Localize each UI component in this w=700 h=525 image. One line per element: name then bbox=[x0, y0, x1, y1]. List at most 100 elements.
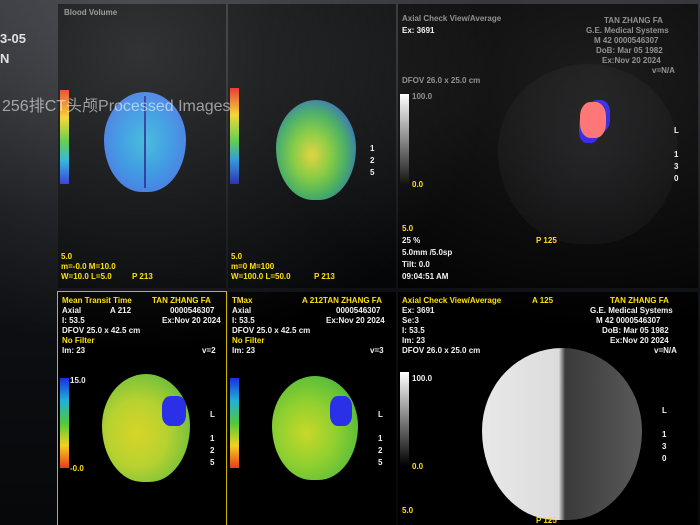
image-number: Im: 23 bbox=[232, 346, 256, 355]
image-number: Im: 23 bbox=[402, 336, 426, 345]
position-label: P 125 bbox=[536, 516, 557, 525]
side-mark: 5 bbox=[210, 458, 215, 467]
series: A 212 bbox=[110, 306, 132, 315]
viewport-bottom-right[interactable]: Axial Check View/Average A 125 TAN ZHANG… bbox=[398, 292, 698, 525]
viewport-bottom-left[interactable]: Mean Transit Time TAN ZHANG FA Axial A 2… bbox=[57, 291, 227, 525]
viewport-bottom-middle[interactable]: TMax A 212TAN ZHANG FA Axial 0000546307 … bbox=[228, 292, 396, 525]
side-mark: L bbox=[378, 410, 383, 419]
side-mark: 5 bbox=[370, 168, 375, 177]
side-mark: 3 bbox=[662, 442, 667, 451]
scale-bottom: 0.0 bbox=[412, 180, 424, 189]
bottom-label: 5.0 bbox=[402, 224, 414, 233]
side-mark: 1 bbox=[210, 434, 215, 443]
grayscale-bar bbox=[400, 372, 409, 466]
reflected-title: 256排CT头颅Processed Images bbox=[2, 98, 231, 115]
scale-bottom: 0.0 bbox=[412, 462, 424, 471]
v-label: v=2 bbox=[202, 346, 216, 355]
v-label: v=3 bbox=[370, 346, 384, 355]
bottom-label: 5.0 bbox=[61, 252, 73, 261]
exam-number: Ex: 3691 bbox=[402, 26, 435, 35]
left-edge-letter: N bbox=[0, 51, 10, 66]
viewport-header: Blood Volume bbox=[64, 8, 118, 17]
exam-date: Ex:Nov 20 2024 bbox=[610, 336, 669, 345]
side-mark: 0 bbox=[662, 454, 667, 463]
patient-id: M 42 0000546307 bbox=[594, 36, 659, 45]
side-mark: 5 bbox=[378, 458, 383, 467]
viewport-header: Axial Check View/Average bbox=[402, 14, 502, 23]
bottom-label: 5.0 bbox=[402, 506, 414, 515]
grayscale-bar bbox=[400, 94, 409, 186]
lesion-region bbox=[162, 396, 186, 426]
brain-map-cbf bbox=[276, 100, 356, 200]
dfov: DFOV 26.0 x 25.0 cm bbox=[402, 76, 481, 85]
patient-id: M 42 0000546307 bbox=[596, 316, 661, 325]
patient-name: TAN ZHANG FA bbox=[152, 296, 211, 305]
image-number: Im: 23 bbox=[62, 346, 86, 355]
side-mark: L bbox=[210, 410, 215, 419]
brain-map-mask bbox=[498, 64, 678, 244]
series-number: Se:3 bbox=[402, 316, 419, 325]
window-level: W=100.0 L=50.0 bbox=[231, 272, 291, 281]
brain-map-tmax bbox=[272, 376, 358, 480]
color-scale-bar bbox=[230, 378, 239, 468]
window-min-max: m=-0.0 M=10.0 bbox=[61, 262, 116, 271]
side-mark: 2 bbox=[378, 446, 383, 455]
dob: DoB: Mar 05 1982 bbox=[602, 326, 669, 335]
bottom-label: 5.0 bbox=[231, 252, 243, 261]
lesion-region bbox=[580, 102, 606, 138]
scale-top: 100.0 bbox=[412, 92, 433, 101]
scale-top: 15.0 bbox=[70, 376, 86, 385]
patient-name: TAN ZHANG FA bbox=[610, 296, 669, 305]
side-mark: L bbox=[674, 126, 679, 135]
location: I: 53.5 bbox=[232, 316, 255, 325]
dfov: DFOV 25.0 x 42.5 cm bbox=[62, 326, 141, 335]
v-label: v=N/A bbox=[654, 346, 677, 355]
monitor-screen: 3-05 N Blood Volume 5.0 m=-0.0 M=10.0 W=… bbox=[0, 0, 700, 525]
position-label: P 213 bbox=[314, 272, 335, 281]
viewport-top-left[interactable]: Blood Volume 5.0 m=-0.0 M=10.0 W=10.0 L=… bbox=[58, 4, 226, 288]
viewport-top-middle[interactable]: 1 2 5 5.0 m=0 M=100 W=100.0 L=50.0 P 213 bbox=[228, 4, 396, 288]
time: 09:04:51 AM bbox=[402, 272, 449, 281]
dob: DoB: Mar 05 1982 bbox=[596, 46, 663, 55]
filter: No Filter bbox=[232, 336, 265, 345]
viewport-top-right[interactable]: Axial Check View/Average Ex: 3691 DFOV 2… bbox=[398, 4, 698, 288]
tilt: Tilt: 0.0 bbox=[402, 260, 430, 269]
color-scale-bar bbox=[230, 88, 239, 184]
scale-top: 100.0 bbox=[412, 374, 433, 383]
position-label: P 213 bbox=[132, 272, 153, 281]
dfov: DFOV 26.0 x 25.0 cm bbox=[402, 346, 481, 355]
patient-id: 0000546307 bbox=[336, 306, 381, 315]
side-mark: L bbox=[662, 406, 667, 415]
percent: 25 % bbox=[402, 236, 421, 245]
slice-thickness: 5.0mm /5.0sp bbox=[402, 248, 453, 257]
color-scale-bar bbox=[60, 378, 69, 468]
patient-name: TAN ZHANG FA bbox=[604, 16, 663, 25]
side-mark: 0 bbox=[674, 174, 679, 183]
exam-date: Ex:Nov 20 2024 bbox=[326, 316, 385, 325]
dfov: DFOV 25.0 x 42.5 cm bbox=[232, 326, 311, 335]
position-label: P 125 bbox=[536, 236, 557, 245]
side-mark: 2 bbox=[210, 446, 215, 455]
plane: Axial bbox=[232, 306, 252, 315]
vendor: G.E. Medical Systems bbox=[590, 306, 673, 315]
location: I: 53.5 bbox=[402, 326, 425, 335]
brain-map-mtt bbox=[102, 374, 190, 482]
scale-bottom: -0.0 bbox=[70, 464, 84, 473]
exam-date: Ex:Nov 20 2024 bbox=[602, 56, 661, 65]
window-level: W=10.0 L=5.0 bbox=[61, 272, 112, 281]
series: A 125 bbox=[532, 296, 554, 305]
exam-date: Ex:Nov 20 2024 bbox=[162, 316, 221, 325]
side-mark: 1 bbox=[370, 144, 375, 153]
lesion-region bbox=[330, 396, 352, 426]
side-mark: 1 bbox=[378, 434, 383, 443]
series-patient: A 212TAN ZHANG FA bbox=[302, 296, 383, 305]
view-title: Axial Check View/Average bbox=[402, 296, 502, 305]
vendor: G.E. Medical Systems bbox=[586, 26, 669, 35]
side-mark: 1 bbox=[674, 150, 679, 159]
patient-id: 0000546307 bbox=[170, 306, 215, 315]
side-mark: 3 bbox=[674, 162, 679, 171]
location: I: 53.5 bbox=[62, 316, 85, 325]
left-edge-date: 3-05 bbox=[0, 31, 27, 46]
side-mark: 2 bbox=[370, 156, 375, 165]
brain-check-view bbox=[482, 348, 642, 520]
